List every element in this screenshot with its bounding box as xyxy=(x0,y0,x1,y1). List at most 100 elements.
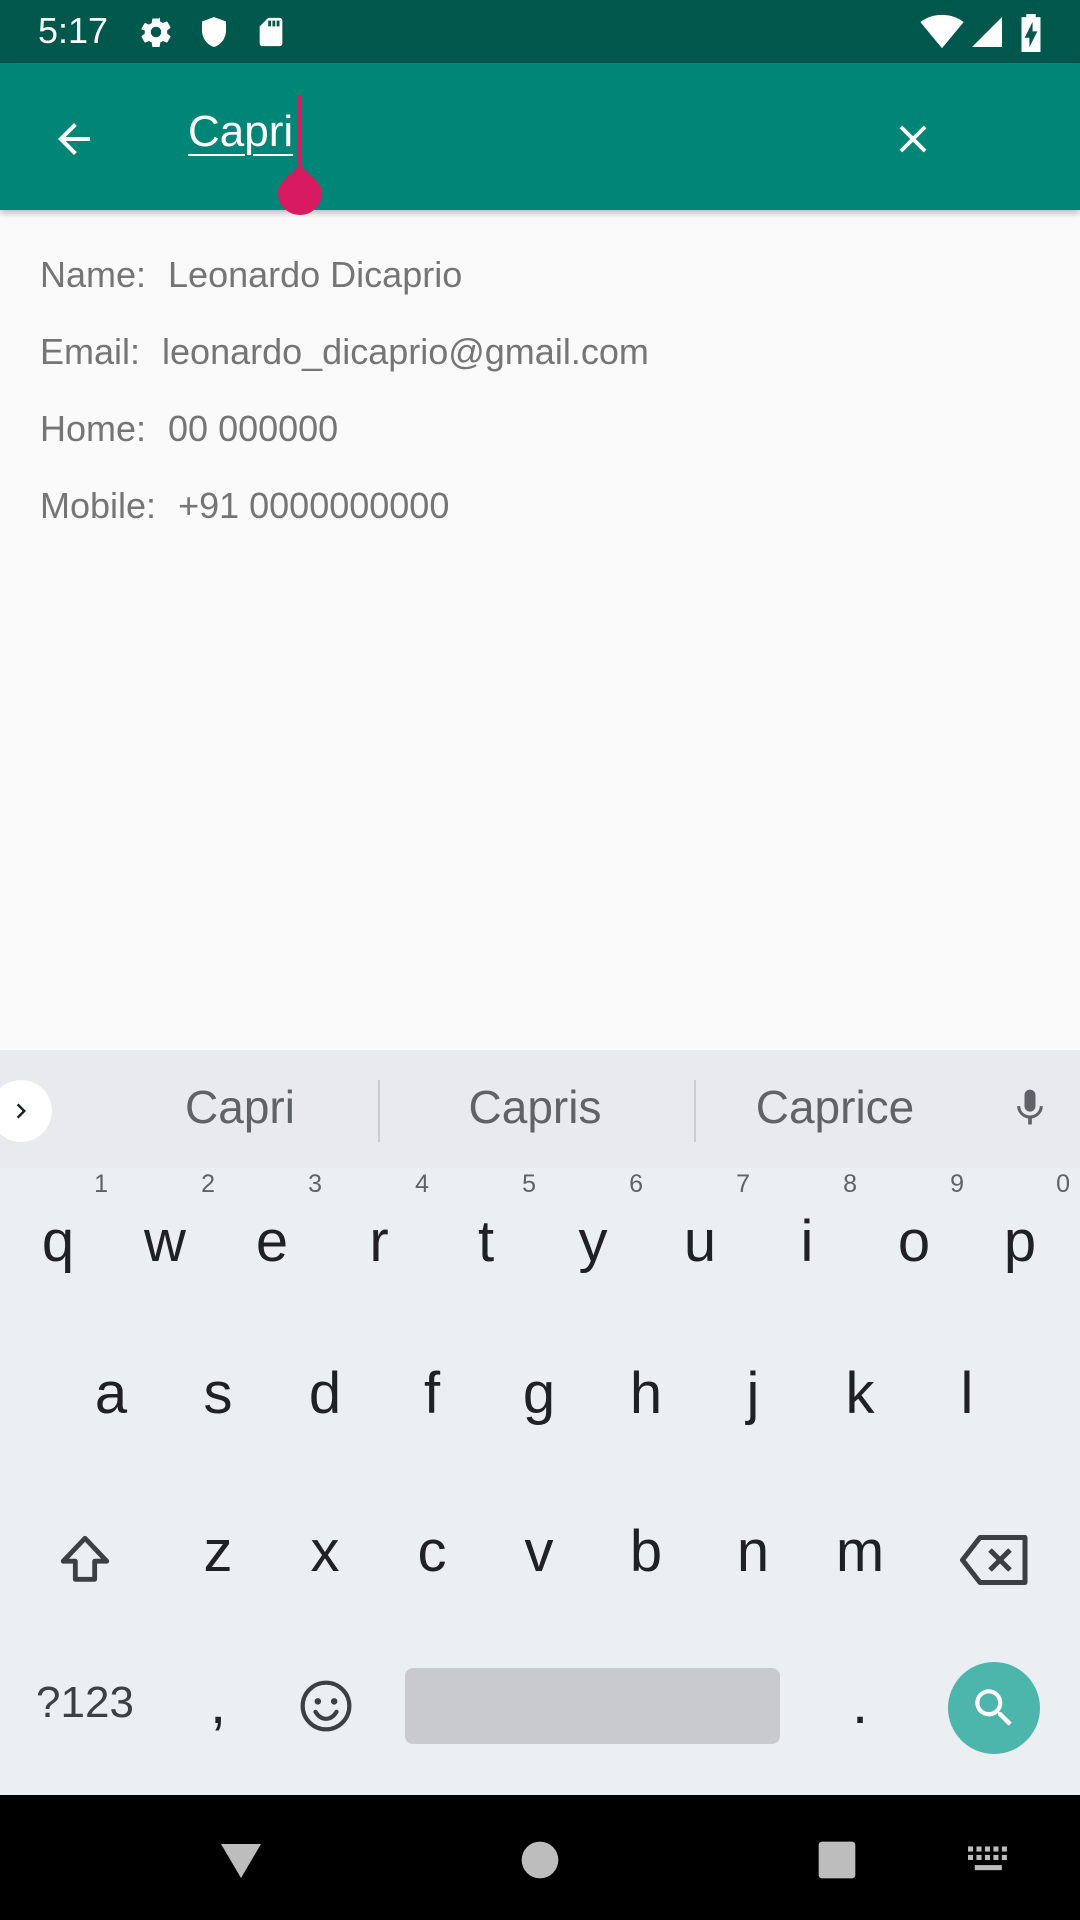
key-label: y xyxy=(578,1209,608,1274)
suggestion-divider xyxy=(378,1080,380,1142)
key-hint: 9 xyxy=(950,1170,964,1198)
emoji-key[interactable] xyxy=(290,1668,362,1744)
key-o[interactable]: o9 xyxy=(864,1170,964,1275)
nav-recents-button[interactable] xyxy=(802,1825,872,1895)
key-u[interactable]: u7 xyxy=(650,1170,750,1275)
key-y[interactable]: y6 xyxy=(543,1170,644,1275)
key-h[interactable]: h xyxy=(596,1360,696,1427)
expand-toolbar-button[interactable] xyxy=(0,1080,52,1142)
key-k[interactable]: k xyxy=(810,1360,910,1427)
key-s[interactable]: s xyxy=(168,1360,268,1427)
key-z[interactable]: z xyxy=(168,1518,268,1585)
name-row[interactable]: Name: Leonardo Dicaprio xyxy=(40,254,462,296)
key-c[interactable]: c xyxy=(382,1518,482,1585)
key-q[interactable]: q1 xyxy=(8,1170,108,1275)
key-hint: 0 xyxy=(1056,1170,1070,1198)
nav-home-circle-icon xyxy=(521,1841,559,1879)
space-key[interactable] xyxy=(405,1668,780,1744)
key-g[interactable]: g xyxy=(489,1360,589,1427)
key-f[interactable]: f xyxy=(382,1360,482,1427)
home-row[interactable]: Home: 00 000000 xyxy=(40,408,338,450)
clear-search-button[interactable] xyxy=(875,101,950,176)
suggestion-strip: Capri Capris Caprice xyxy=(0,1050,1080,1168)
key-r[interactable]: r4 xyxy=(329,1170,429,1275)
search-action-key[interactable] xyxy=(948,1662,1040,1754)
emoji-icon xyxy=(300,1680,352,1732)
key-label: p xyxy=(1003,1209,1037,1274)
comma-key[interactable]: , xyxy=(168,1670,268,1737)
key-label: w xyxy=(144,1209,186,1274)
nav-back-triangle-icon xyxy=(221,1844,261,1878)
cursor-handle[interactable] xyxy=(274,161,326,217)
key-hint: 5 xyxy=(522,1170,536,1198)
key-a[interactable]: a xyxy=(61,1360,161,1427)
key-j[interactable]: j xyxy=(703,1360,803,1427)
shift-icon xyxy=(60,1535,110,1582)
key-label: q xyxy=(41,1209,75,1274)
text-cursor xyxy=(298,95,302,165)
backspace-key[interactable] xyxy=(950,1520,1040,1600)
email-label: Email: xyxy=(40,331,141,372)
key-p[interactable]: p0 xyxy=(970,1170,1070,1275)
key-label: i xyxy=(800,1209,814,1274)
nav-recents-square-icon xyxy=(818,1841,856,1879)
settings-icon xyxy=(138,14,174,55)
wifi-icon xyxy=(920,14,964,55)
chevron-right-icon xyxy=(16,1103,26,1119)
key-hint: 2 xyxy=(201,1170,215,1198)
key-d[interactable]: d xyxy=(275,1360,375,1427)
mobile-value: +91 0000000000 xyxy=(178,485,450,526)
key-i[interactable]: i8 xyxy=(757,1170,857,1275)
key-hint: 7 xyxy=(736,1170,750,1198)
key-hint: 3 xyxy=(308,1170,322,1198)
status-bar: 5:17 xyxy=(0,0,1080,63)
suggestion-3[interactable]: Caprice xyxy=(730,1080,940,1134)
key-label: e xyxy=(255,1209,289,1274)
close-icon xyxy=(899,125,926,152)
key-label: r xyxy=(369,1209,389,1274)
email-row[interactable]: Email: leonardo_dicaprio@gmail.com xyxy=(40,331,649,373)
voice-input-button[interactable] xyxy=(1000,1078,1060,1138)
search-query-text: Capri xyxy=(188,107,294,156)
search-app-bar: Capri xyxy=(0,63,1080,215)
suggestion-2[interactable]: Capris xyxy=(440,1080,630,1134)
key-hint: 6 xyxy=(629,1170,643,1198)
key-l[interactable]: l xyxy=(917,1360,1017,1427)
shield-icon xyxy=(196,14,232,55)
name-label: Name: xyxy=(40,254,147,295)
nav-back-button[interactable] xyxy=(206,1825,276,1895)
key-label: u xyxy=(683,1209,717,1274)
mobile-label: Mobile: xyxy=(40,485,157,526)
mobile-row[interactable]: Mobile: +91 0000000000 xyxy=(40,485,449,527)
arrow-back-icon xyxy=(57,122,90,155)
key-x[interactable]: x xyxy=(275,1518,375,1585)
key-b[interactable]: b xyxy=(596,1518,696,1585)
battery-charging-icon xyxy=(1018,14,1044,57)
key-v[interactable]: v xyxy=(489,1518,589,1585)
keyboard-icon xyxy=(968,1846,1007,1871)
key-t[interactable]: t5 xyxy=(436,1170,536,1275)
period-key[interactable]: . xyxy=(810,1670,910,1737)
home-label: Home: xyxy=(40,408,147,449)
suggestion-divider xyxy=(694,1080,696,1142)
key-label: t xyxy=(477,1209,495,1274)
name-value: Leonardo Dicaprio xyxy=(168,254,463,295)
suggestion-1[interactable]: Capri xyxy=(150,1080,330,1134)
back-button[interactable] xyxy=(36,101,111,176)
keyboard-switch-button[interactable] xyxy=(955,1825,1025,1895)
soft-keyboard: Capri Capris Caprice q1 w2 e3 r4 t5 y6 u… xyxy=(0,1050,1080,1795)
nav-home-button[interactable] xyxy=(505,1825,575,1895)
mic-icon xyxy=(1017,1089,1043,1125)
key-w[interactable]: w2 xyxy=(115,1170,215,1275)
symbols-key[interactable]: ?123 xyxy=(20,1678,150,1728)
key-e[interactable]: e3 xyxy=(222,1170,322,1275)
key-hint: 1 xyxy=(94,1170,108,1198)
shift-key[interactable] xyxy=(40,1520,130,1600)
key-hint: 4 xyxy=(415,1170,429,1198)
status-time: 5:17 xyxy=(38,10,109,51)
key-m[interactable]: m xyxy=(810,1518,910,1585)
search-icon xyxy=(975,1689,1012,1726)
key-n[interactable]: n xyxy=(703,1518,803,1585)
search-input[interactable]: Capri xyxy=(188,95,828,215)
key-hint: 8 xyxy=(843,1170,857,1198)
